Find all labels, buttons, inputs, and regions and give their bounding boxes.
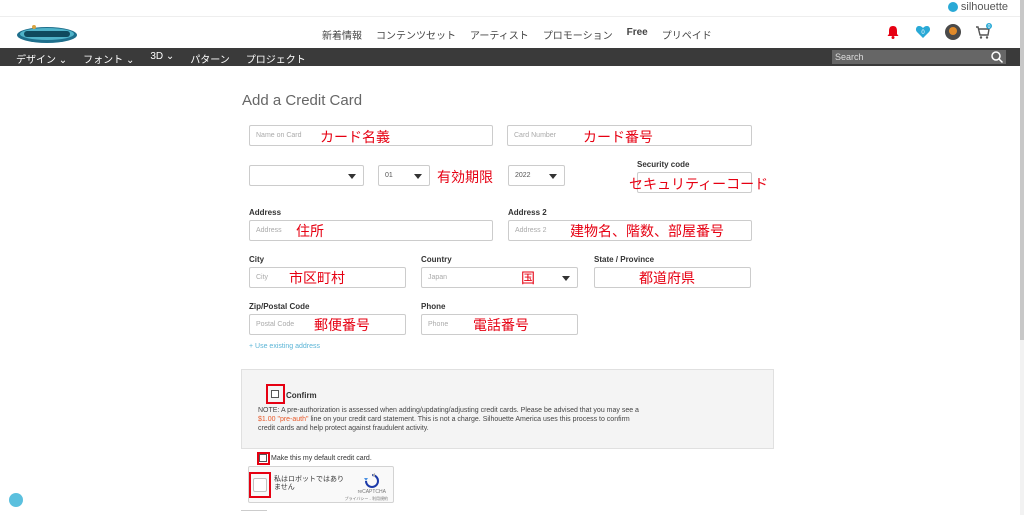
- recaptcha-brand: reCAPTCHA: [357, 489, 386, 495]
- city-annotation: 市区町村: [289, 270, 345, 286]
- note-text-start: NOTE: A pre-authorization is assessed wh…: [258, 407, 639, 414]
- recaptcha-label: 私はロボットではありません: [274, 476, 344, 491]
- phone-label: Phone: [421, 302, 446, 311]
- nav-artists[interactable]: アーティスト: [470, 27, 529, 42]
- note-price: $1.00 "pre-auth": [258, 416, 309, 423]
- category-nav: デザイン ⌄ フォント ⌄ 3D ⌄ パターン プロジェクト: [16, 51, 306, 66]
- recaptcha-links[interactable]: プライバシー - 利用規約: [345, 496, 388, 502]
- state-label: State / Province: [594, 255, 655, 264]
- zip-annotation: 郵便番号: [314, 317, 370, 333]
- category-design[interactable]: デザイン ⌄: [16, 51, 67, 66]
- card-type-select[interactable]: [249, 165, 364, 186]
- nav-promotion[interactable]: プロモーション: [543, 27, 613, 42]
- zip-label: Zip/Postal Code: [249, 302, 310, 311]
- card-number-annotation: カード番号: [583, 129, 653, 145]
- scrollbar-thumb[interactable]: [1020, 0, 1024, 340]
- design-store-logo[interactable]: [16, 23, 78, 45]
- note-text-end: line on your credit card statement. This…: [258, 416, 630, 432]
- recaptcha-logo-icon: [363, 473, 381, 489]
- heart-icon[interactable]: 0: [914, 23, 932, 41]
- category-bar: デザイン ⌄ フォント ⌄ 3D ⌄ パターン プロジェクト Search: [0, 48, 1020, 66]
- category-3d[interactable]: 3D ⌄: [150, 51, 174, 66]
- nav-content-sets[interactable]: コンテンツセット: [376, 27, 456, 42]
- search-icon[interactable]: [990, 50, 1004, 64]
- chat-icon[interactable]: [9, 493, 23, 507]
- cart-icon[interactable]: 0: [974, 23, 992, 41]
- address-input[interactable]: Address: [249, 220, 493, 241]
- chevron-down-icon: [348, 174, 356, 179]
- top-strip: silhouette: [0, 0, 1020, 16]
- chevron-down-icon: [549, 174, 557, 179]
- expiry-month-select[interactable]: 01: [378, 165, 430, 186]
- category-projects[interactable]: プロジェクト: [246, 51, 306, 66]
- chevron-down-icon: [562, 276, 570, 281]
- pre-auth-note: NOTE: A pre-authorization is assessed wh…: [258, 406, 648, 433]
- category-patterns[interactable]: パターン: [190, 51, 230, 66]
- page-title: Add a Credit Card: [242, 92, 363, 109]
- address2-annotation: 建物名、階数、部屋番号: [570, 223, 724, 239]
- confirm-checkbox[interactable]: [271, 390, 279, 398]
- address-annotation: 住所: [296, 223, 324, 239]
- silhouette-brand-link[interactable]: silhouette: [947, 1, 1008, 13]
- chevron-down-icon: ⌄: [165, 51, 175, 62]
- country-annotation: 国: [521, 270, 535, 286]
- expiry-year-select[interactable]: 2022: [508, 165, 565, 186]
- name-on-card-annotation: カード名義: [320, 129, 390, 145]
- phone-annotation: 電話番号: [473, 317, 529, 333]
- address-label: Address: [249, 208, 282, 217]
- recaptcha-checkbox[interactable]: [253, 478, 267, 492]
- country-label: Country: [421, 255, 452, 264]
- nav-prepaid[interactable]: プリペイド: [662, 27, 712, 42]
- header-icons: 0 0: [884, 23, 992, 41]
- svg-text:0: 0: [988, 24, 991, 30]
- state-annotation: 都道府県: [639, 270, 695, 286]
- address2-label: Address 2: [508, 208, 547, 217]
- chevron-down-icon: ⌄: [58, 55, 68, 66]
- confirm-label: Confirm: [286, 391, 317, 400]
- default-card-checkbox[interactable]: [259, 454, 267, 462]
- bottom-divider: [241, 510, 267, 515]
- silhouette-logo-icon: [947, 2, 958, 12]
- expiry-annotation: 有効期限: [437, 169, 493, 185]
- bell-icon[interactable]: [884, 23, 902, 41]
- chevron-down-icon: ⌄: [125, 55, 135, 66]
- city-label: City: [249, 255, 265, 264]
- silhouette-brand-text: silhouette: [960, 1, 1008, 13]
- use-existing-address-link[interactable]: + Use existing address: [249, 343, 320, 350]
- chevron-down-icon: [414, 174, 422, 179]
- main-nav: 新着情報 コンテンツセット アーティスト プロモーション Free プリペイド: [322, 27, 712, 42]
- nav-new[interactable]: 新着情報: [322, 27, 362, 42]
- category-fonts[interactable]: フォント ⌄: [83, 51, 134, 66]
- site-header: 新着情報 コンテンツセット アーティスト プロモーション Free プリペイド …: [0, 16, 1020, 48]
- nav-free[interactable]: Free: [627, 27, 648, 42]
- security-code-label: Security code: [637, 160, 690, 169]
- default-card-label: Make this my default credit card.: [271, 455, 372, 462]
- security-code-annotation: セキュリティーコード: [629, 176, 769, 192]
- country-select[interactable]: Japan: [421, 267, 578, 288]
- page-scrollbar[interactable]: [1020, 0, 1024, 515]
- avatar[interactable]: [944, 23, 962, 41]
- search-input[interactable]: Search: [832, 50, 1006, 64]
